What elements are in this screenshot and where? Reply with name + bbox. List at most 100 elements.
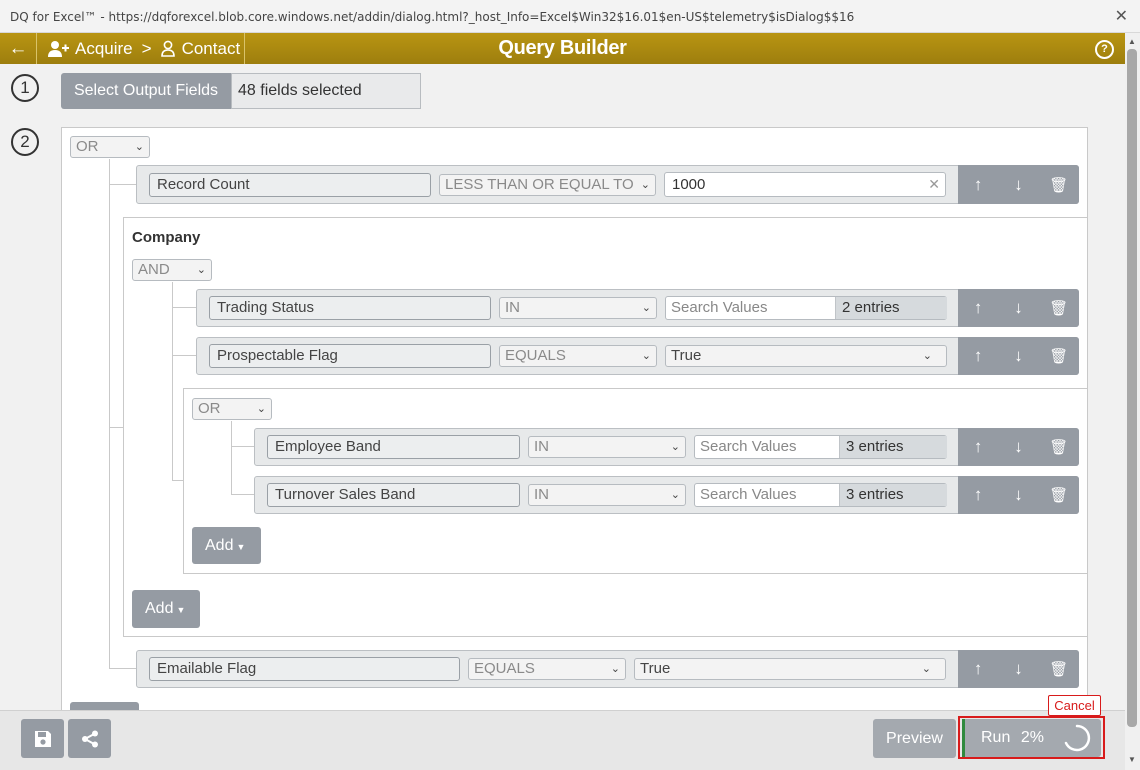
- delete-icon[interactable]: 🗑: [1049, 660, 1069, 678]
- chevron-down-icon: ⌄: [640, 179, 650, 191]
- root-logic-select[interactable]: OR ⌄: [70, 136, 150, 158]
- tree-line: [172, 282, 173, 480]
- tree-line: [109, 427, 123, 428]
- window-title: DQ for Excel™ - https://dqforexcel.blob.…: [10, 10, 855, 24]
- prospectable-value-select[interactable]: True ⌄: [665, 345, 947, 367]
- turnover-operator-select[interactable]: IN ⌄: [528, 484, 686, 506]
- move-up-icon[interactable]: ↑: [968, 437, 988, 457]
- footer-bar: [0, 710, 1125, 770]
- app-header: Query Builder ← Acquire > Contact ?: [0, 33, 1125, 64]
- breadcrumb-acquire[interactable]: Acquire: [75, 39, 133, 59]
- chevron-down-icon: ⌄: [641, 350, 651, 362]
- row-actions: ↑ ↓ 🗑: [958, 428, 1079, 466]
- delete-icon[interactable]: 🗑: [1049, 347, 1069, 365]
- emailable-value-select[interactable]: True ⌄: [634, 658, 946, 680]
- chevron-down-icon: ⌄: [196, 264, 206, 276]
- step-1-indicator: 1: [11, 74, 39, 102]
- emailable-operator-select[interactable]: EQUALS ⌄: [468, 658, 626, 680]
- move-up-icon[interactable]: ↑: [968, 298, 988, 318]
- user-icon: [160, 40, 175, 57]
- row-actions: ↑ ↓ 🗑: [958, 337, 1079, 375]
- scrollbar-thumb[interactable]: [1127, 49, 1137, 727]
- chevron-down-icon: ⌄: [670, 489, 680, 501]
- move-up-icon[interactable]: ↑: [968, 659, 988, 679]
- emailable-flag-field[interactable]: Emailable Flag: [149, 657, 460, 681]
- scroll-up-icon[interactable]: ▲: [1128, 37, 1136, 46]
- tree-line: [109, 184, 136, 185]
- move-up-icon[interactable]: ↑: [968, 346, 988, 366]
- tree-line: [172, 355, 196, 356]
- row-actions: ↑ ↓ 🗑: [958, 476, 1079, 514]
- save-button[interactable]: [21, 719, 64, 758]
- add-sub-condition-button[interactable]: Add ▼: [192, 527, 261, 564]
- chevron-down-icon: ⌄: [610, 663, 620, 675]
- chevron-down-icon: ⌄: [921, 663, 931, 675]
- share-icon: [81, 730, 98, 747]
- scrollbar[interactable]: ▲ ▼: [1125, 33, 1140, 770]
- scroll-down-icon[interactable]: ▼: [1128, 755, 1136, 764]
- entries-count: 3 entries: [839, 436, 947, 458]
- delete-icon[interactable]: 🗑: [1049, 486, 1069, 504]
- back-arrow-icon[interactable]: ←: [0, 33, 37, 64]
- chevron-down-icon: ⌄: [134, 141, 144, 153]
- tree-line: [109, 159, 110, 669]
- chevron-down-icon: ⌄: [922, 350, 932, 362]
- selected-fields-display: 48 fields selected: [231, 73, 421, 109]
- record-count-value-input[interactable]: 1000 ✕: [664, 172, 946, 197]
- tree-line: [231, 421, 232, 495]
- entries-count: 2 entries: [835, 297, 947, 319]
- employee-band-values-input[interactable]: Search Values 3 entries: [694, 435, 947, 459]
- delete-icon[interactable]: 🗑: [1049, 299, 1069, 317]
- chevron-down-icon: ⌄: [641, 302, 651, 314]
- close-icon[interactable]: ✕: [1115, 6, 1128, 26]
- run-button[interactable]: Run 2%: [962, 719, 1101, 757]
- prospectable-flag-field[interactable]: Prospectable Flag: [209, 344, 491, 368]
- delete-icon[interactable]: 🗑: [1049, 438, 1069, 456]
- employee-band-operator-select[interactable]: IN ⌄: [528, 436, 686, 458]
- sub-logic-select[interactable]: OR ⌄: [192, 398, 272, 420]
- prospectable-operator-select[interactable]: EQUALS ⌄: [499, 345, 657, 367]
- record-count-operator-select[interactable]: LESS THAN OR EQUAL TO ⌄: [439, 174, 656, 196]
- move-up-icon[interactable]: ↑: [968, 175, 988, 195]
- chevron-down-icon: ⌄: [256, 403, 266, 415]
- cancel-button[interactable]: Cancel: [1048, 695, 1101, 716]
- turnover-values-input[interactable]: Search Values 3 entries: [694, 483, 947, 507]
- turnover-sales-band-field[interactable]: Turnover Sales Band: [267, 483, 520, 507]
- tree-line: [231, 494, 254, 495]
- record-count-field[interactable]: Record Count: [149, 173, 431, 197]
- move-down-icon[interactable]: ↓: [1008, 175, 1028, 195]
- breadcrumb-contact: Contact: [181, 38, 241, 58]
- help-icon[interactable]: ?: [1095, 40, 1114, 59]
- tree-line: [231, 446, 254, 447]
- breadcrumb: Acquire > Contact: [36, 33, 245, 64]
- step-2-indicator: 2: [11, 128, 39, 156]
- company-logic-select[interactable]: AND ⌄: [132, 259, 212, 281]
- trading-status-values-input[interactable]: Search Values 2 entries: [665, 296, 947, 320]
- row-actions: ↑ ↓ 🗑: [958, 165, 1079, 204]
- tree-line: [109, 668, 136, 669]
- chevron-down-icon: ⌄: [670, 441, 680, 453]
- move-down-icon[interactable]: ↓: [1008, 346, 1028, 366]
- trading-status-field[interactable]: Trading Status: [209, 296, 491, 320]
- tree-line: [172, 307, 196, 308]
- breadcrumb-separator: >: [141, 38, 152, 58]
- save-icon: [34, 730, 51, 747]
- select-output-fields-button[interactable]: Select Output Fields: [61, 73, 231, 109]
- preview-button[interactable]: Preview: [873, 719, 956, 758]
- employee-band-field[interactable]: Employee Band: [267, 435, 520, 459]
- share-button[interactable]: [68, 719, 111, 758]
- trading-status-operator-select[interactable]: IN ⌄: [499, 297, 657, 319]
- move-down-icon[interactable]: ↓: [1008, 298, 1028, 318]
- delete-icon[interactable]: 🗑: [1049, 176, 1069, 194]
- window-titlebar: DQ for Excel™ - https://dqforexcel.blob.…: [0, 0, 1140, 33]
- company-group-title: Company: [132, 229, 201, 246]
- move-up-icon[interactable]: ↑: [968, 485, 988, 505]
- loading-spinner-icon: [1064, 724, 1091, 752]
- entries-count: 3 entries: [839, 484, 947, 506]
- move-down-icon[interactable]: ↓: [1008, 659, 1028, 679]
- add-company-condition-button[interactable]: Add ▼: [132, 590, 200, 628]
- clear-icon[interactable]: ✕: [928, 173, 940, 196]
- move-down-icon[interactable]: ↓: [1008, 437, 1028, 457]
- run-progress: 2%: [1020, 729, 1044, 746]
- move-down-icon[interactable]: ↓: [1008, 485, 1028, 505]
